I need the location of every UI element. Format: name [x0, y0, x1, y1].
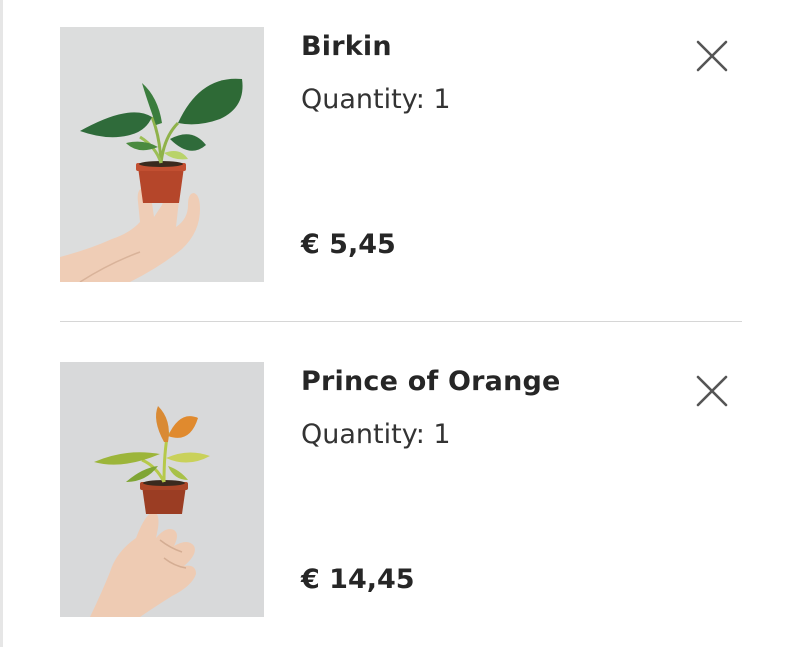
- product-image[interactable]: [60, 27, 264, 282]
- cart-item: Birkin Quantity: 1 € 5,45: [60, 27, 742, 283]
- remove-item-button[interactable]: [691, 370, 733, 412]
- product-image[interactable]: [60, 362, 264, 617]
- product-name: Prince of Orange: [301, 366, 561, 397]
- remove-item-button[interactable]: [691, 35, 733, 77]
- close-icon: [696, 40, 728, 72]
- left-edge-border: [0, 0, 3, 647]
- product-price: € 14,45: [301, 564, 415, 595]
- cart-item: Prince of Orange Quantity: 1 € 14,45: [60, 362, 742, 618]
- product-name: Birkin: [301, 31, 392, 62]
- item-divider: [60, 321, 742, 322]
- product-quantity: Quantity: 1: [301, 84, 451, 115]
- product-price: € 5,45: [301, 229, 396, 260]
- product-quantity: Quantity: 1: [301, 419, 451, 450]
- close-icon: [696, 375, 728, 407]
